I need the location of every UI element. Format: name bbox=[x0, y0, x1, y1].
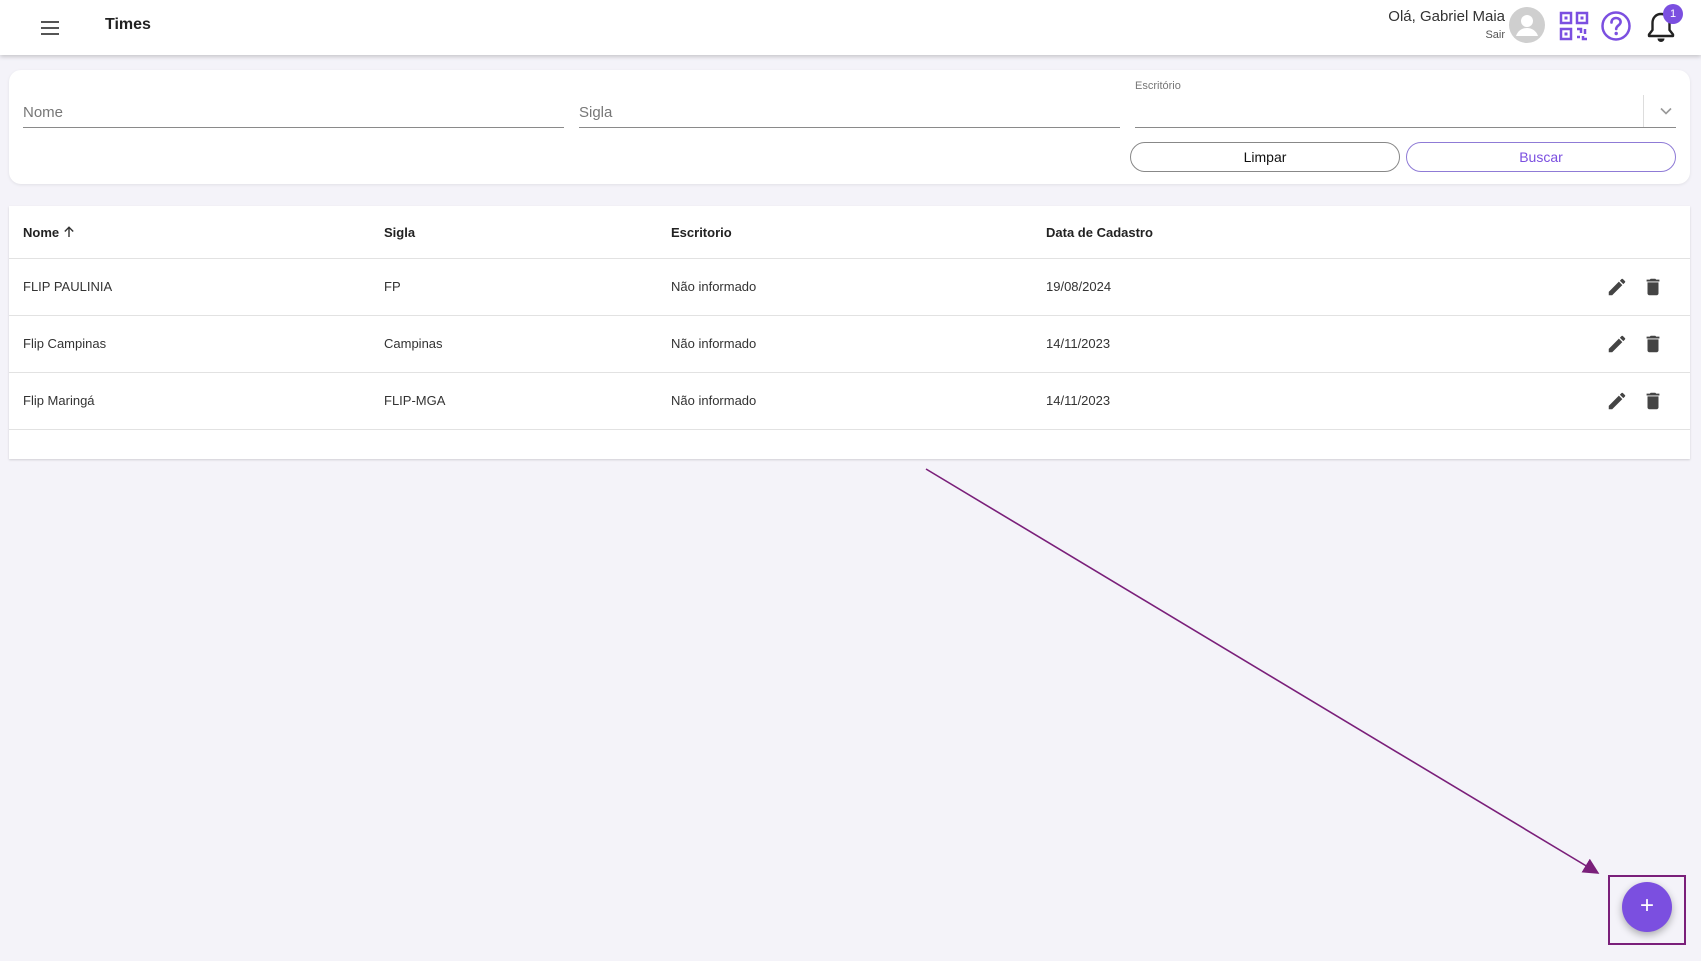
trash-icon[interactable] bbox=[1642, 390, 1664, 412]
escritorio-value[interactable] bbox=[1135, 98, 1676, 127]
column-header-label: Nome bbox=[23, 225, 60, 240]
cell-escritorio: Não informado bbox=[671, 336, 757, 351]
cell-sigla: FLIP-MGA bbox=[384, 393, 446, 408]
column-header-nome[interactable]: Nome bbox=[23, 225, 75, 240]
qr-code-icon[interactable] bbox=[1559, 11, 1589, 41]
cell-sigla: FP bbox=[384, 279, 401, 294]
table-row: FLIP PAULINIA FP Não informado 19/08/202… bbox=[9, 259, 1690, 316]
teams-table: Nome Sigla Escritorio Data de Cadastro F… bbox=[9, 206, 1690, 459]
pencil-icon[interactable] bbox=[1606, 390, 1628, 412]
menu-icon[interactable] bbox=[38, 16, 62, 40]
cell-nome: Flip Maringá bbox=[23, 393, 95, 408]
cell-nome: FLIP PAULINIA bbox=[23, 279, 113, 294]
cell-escritorio: Não informado bbox=[671, 279, 757, 294]
pencil-icon[interactable] bbox=[1606, 276, 1628, 298]
chevron-down-icon[interactable] bbox=[1659, 104, 1673, 118]
page-title: Times bbox=[105, 16, 151, 33]
cell-escritorio: Não informado bbox=[671, 393, 757, 408]
cell-sigla: Campinas bbox=[384, 336, 443, 351]
select-divider bbox=[1643, 95, 1644, 127]
cell-nome: Flip Campinas bbox=[23, 336, 107, 351]
column-header-escritorio[interactable]: Escritorio bbox=[671, 225, 732, 240]
top-app-bar: Times Olá, Gabriel Maia Sair 1 bbox=[0, 0, 1701, 55]
escritorio-label: Escritório bbox=[1135, 80, 1181, 92]
cell-data-cadastro: 14/11/2023 bbox=[1046, 336, 1111, 351]
cell-data-cadastro: 14/11/2023 bbox=[1046, 393, 1111, 408]
filter-panel: Escritório Limpar Buscar bbox=[9, 70, 1690, 184]
notification-badge: 1 bbox=[1663, 4, 1683, 24]
sigla-field[interactable] bbox=[579, 98, 1120, 128]
search-button[interactable]: Buscar bbox=[1406, 142, 1676, 172]
trash-icon[interactable] bbox=[1642, 333, 1664, 355]
avatar-icon[interactable] bbox=[1509, 7, 1545, 43]
trash-icon[interactable] bbox=[1642, 276, 1664, 298]
sigla-input[interactable] bbox=[579, 98, 1120, 127]
table-row: Flip Maringá FLIP-MGA Não informado 14/1… bbox=[9, 373, 1690, 430]
arrow-up-icon[interactable] bbox=[63, 226, 75, 238]
clear-button[interactable]: Limpar bbox=[1130, 142, 1400, 172]
add-button[interactable]: + bbox=[1622, 882, 1672, 932]
escritorio-select[interactable] bbox=[1135, 98, 1676, 128]
nome-field[interactable] bbox=[23, 98, 564, 128]
table-row: Flip Campinas Campinas Não informado 14/… bbox=[9, 316, 1690, 373]
plus-icon: + bbox=[1639, 892, 1654, 919]
nome-input[interactable] bbox=[23, 98, 564, 127]
pencil-icon[interactable] bbox=[1606, 333, 1628, 355]
table-header: Nome Sigla Escritorio Data de Cadastro bbox=[9, 206, 1690, 259]
user-greeting: Olá, Gabriel Maia bbox=[1388, 8, 1505, 25]
help-icon[interactable] bbox=[1600, 10, 1632, 42]
column-header-sigla[interactable]: Sigla bbox=[384, 225, 415, 240]
user-info: Olá, Gabriel Maia Sair bbox=[1388, 8, 1505, 41]
column-header-data-cadastro[interactable]: Data de Cadastro bbox=[1046, 225, 1153, 240]
logout-link[interactable]: Sair bbox=[1388, 29, 1505, 41]
cell-data-cadastro: 19/08/2024 bbox=[1046, 279, 1112, 294]
